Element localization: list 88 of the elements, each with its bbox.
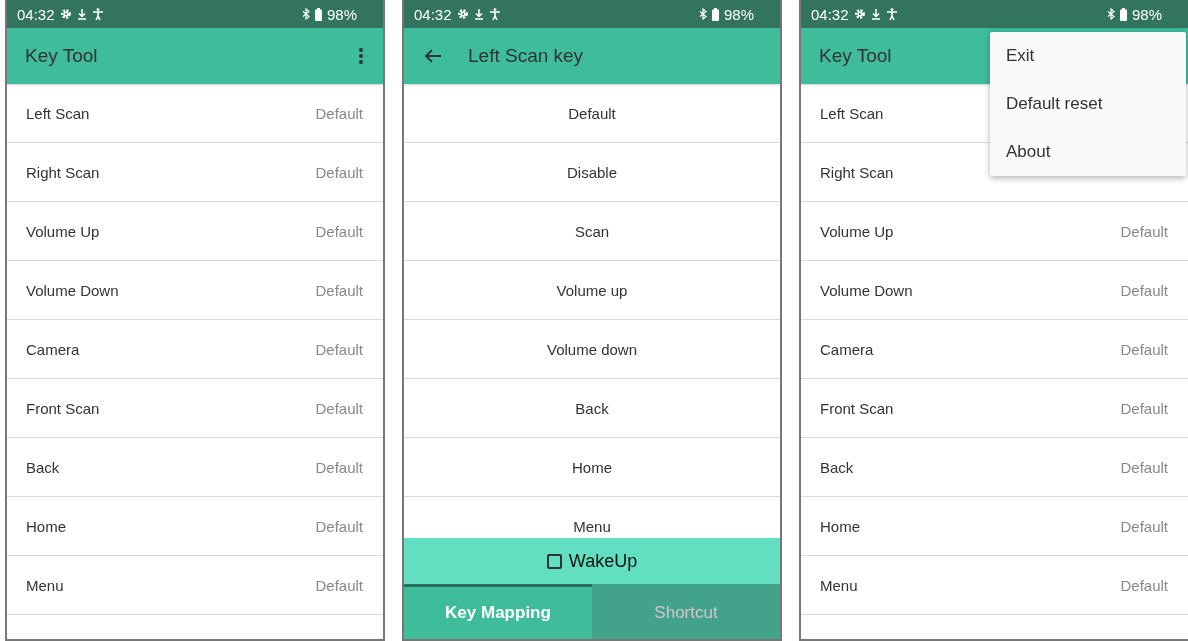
download-icon (76, 8, 87, 20)
key-name: Front Scan (26, 399, 100, 417)
key-value: Default (1120, 399, 1168, 417)
key-name: Right Scan (820, 163, 894, 181)
status-time: 04:32 (414, 5, 452, 23)
key-name: Left Scan (26, 104, 90, 122)
battery-icon (711, 7, 719, 21)
key-row[interactable]: Back Default (801, 438, 1188, 497)
key-value: Default (1120, 576, 1168, 594)
key-row[interactable]: Volume Down Default (801, 261, 1188, 320)
key-value: Default (315, 281, 363, 299)
key-name: Back (26, 458, 60, 476)
key-row[interactable]: Home Default (801, 497, 1188, 556)
bluetooth-icon (698, 8, 707, 20)
key-value: Default (1120, 517, 1168, 535)
key-value: Default (315, 340, 363, 358)
gear-icon (853, 8, 866, 20)
key-value: Default (315, 104, 363, 122)
key-row[interactable]: Volume Up Default (801, 202, 1188, 261)
key-value: Default (1120, 340, 1168, 358)
app-title: Key Tool (819, 45, 892, 67)
key-row[interactable]: Camera Default (7, 320, 383, 379)
download-icon (870, 8, 881, 20)
checkbox-label: WakeUp (568, 550, 638, 572)
battery-icon (1119, 7, 1127, 21)
key-name: Camera (26, 340, 80, 358)
key-value: Default (315, 517, 363, 535)
option-row[interactable]: Volume down (404, 320, 780, 379)
key-name: Menu (820, 576, 858, 594)
key-name: Front Scan (820, 399, 894, 417)
option-row[interactable]: Default (404, 84, 780, 143)
key-value: Default (1120, 281, 1168, 299)
bluetooth-icon (1106, 8, 1115, 20)
key-row[interactable]: Volume Down Default (7, 261, 383, 320)
key-name: Home (820, 517, 860, 535)
battery-percent: 98% (1131, 5, 1162, 23)
key-name: Right Scan (26, 163, 100, 181)
key-name: Volume Down (26, 281, 119, 299)
key-value: Default (1120, 222, 1168, 240)
download-icon (473, 8, 484, 20)
key-value: Default (315, 576, 363, 594)
key-row[interactable]: Camera Default (801, 320, 1188, 379)
option-row[interactable]: Back (404, 379, 780, 438)
key-value: Default (315, 163, 363, 181)
key-name: Left Scan (820, 104, 884, 122)
battery-percent: 98% (723, 5, 754, 23)
menu-item[interactable]: Default reset (990, 80, 1186, 128)
key-row[interactable]: Front Scan Default (7, 379, 383, 438)
menu-item[interactable]: About (990, 128, 1186, 176)
battery-percent: 98% (326, 5, 357, 23)
key-name: Home (26, 517, 66, 535)
key-row[interactable]: Home Default (7, 497, 383, 556)
option-row[interactable]: Disable (404, 143, 780, 202)
accessibility-icon (488, 7, 501, 21)
key-name: Camera (820, 340, 874, 358)
option-row[interactable]: Volume up (404, 261, 780, 320)
app-title: Left Scan key (468, 45, 584, 67)
key-row[interactable]: Menu Default (801, 556, 1188, 615)
accessibility-icon (91, 7, 104, 21)
key-name: Menu (26, 576, 64, 594)
key-row[interactable]: Volume Up Default (7, 202, 383, 261)
accessibility-icon (885, 7, 898, 21)
checkbox[interactable] (546, 553, 562, 569)
battery-icon (314, 7, 322, 21)
key-name: Volume Down (820, 281, 913, 299)
key-row[interactable]: Menu Default (7, 556, 383, 615)
status-time: 04:32 (17, 5, 55, 23)
key-name: Volume Up (820, 222, 894, 240)
key-name: Volume Up (26, 222, 100, 240)
key-value: Default (1120, 458, 1168, 476)
key-name: Back (820, 458, 854, 476)
gear-icon (59, 8, 72, 20)
option-row[interactable]: Scan (404, 202, 780, 261)
more-options-icon[interactable] (359, 48, 363, 64)
option-row[interactable]: Home (404, 438, 780, 497)
app-title: Key Tool (25, 45, 98, 67)
back-arrow-icon[interactable] (424, 48, 442, 64)
status-time: 04:32 (811, 5, 849, 23)
gear-icon (456, 8, 469, 20)
key-value: Default (315, 458, 363, 476)
key-row[interactable]: Front Scan Default (801, 379, 1188, 438)
menu-item[interactable]: Exit (990, 32, 1186, 80)
key-row[interactable]: Right Scan Default (7, 143, 383, 202)
key-value: Default (315, 222, 363, 240)
key-value: Default (315, 399, 363, 417)
bluetooth-icon (301, 8, 310, 20)
key-row[interactable]: Left Scan Default (7, 84, 383, 143)
key-row[interactable]: Back Default (7, 438, 383, 497)
